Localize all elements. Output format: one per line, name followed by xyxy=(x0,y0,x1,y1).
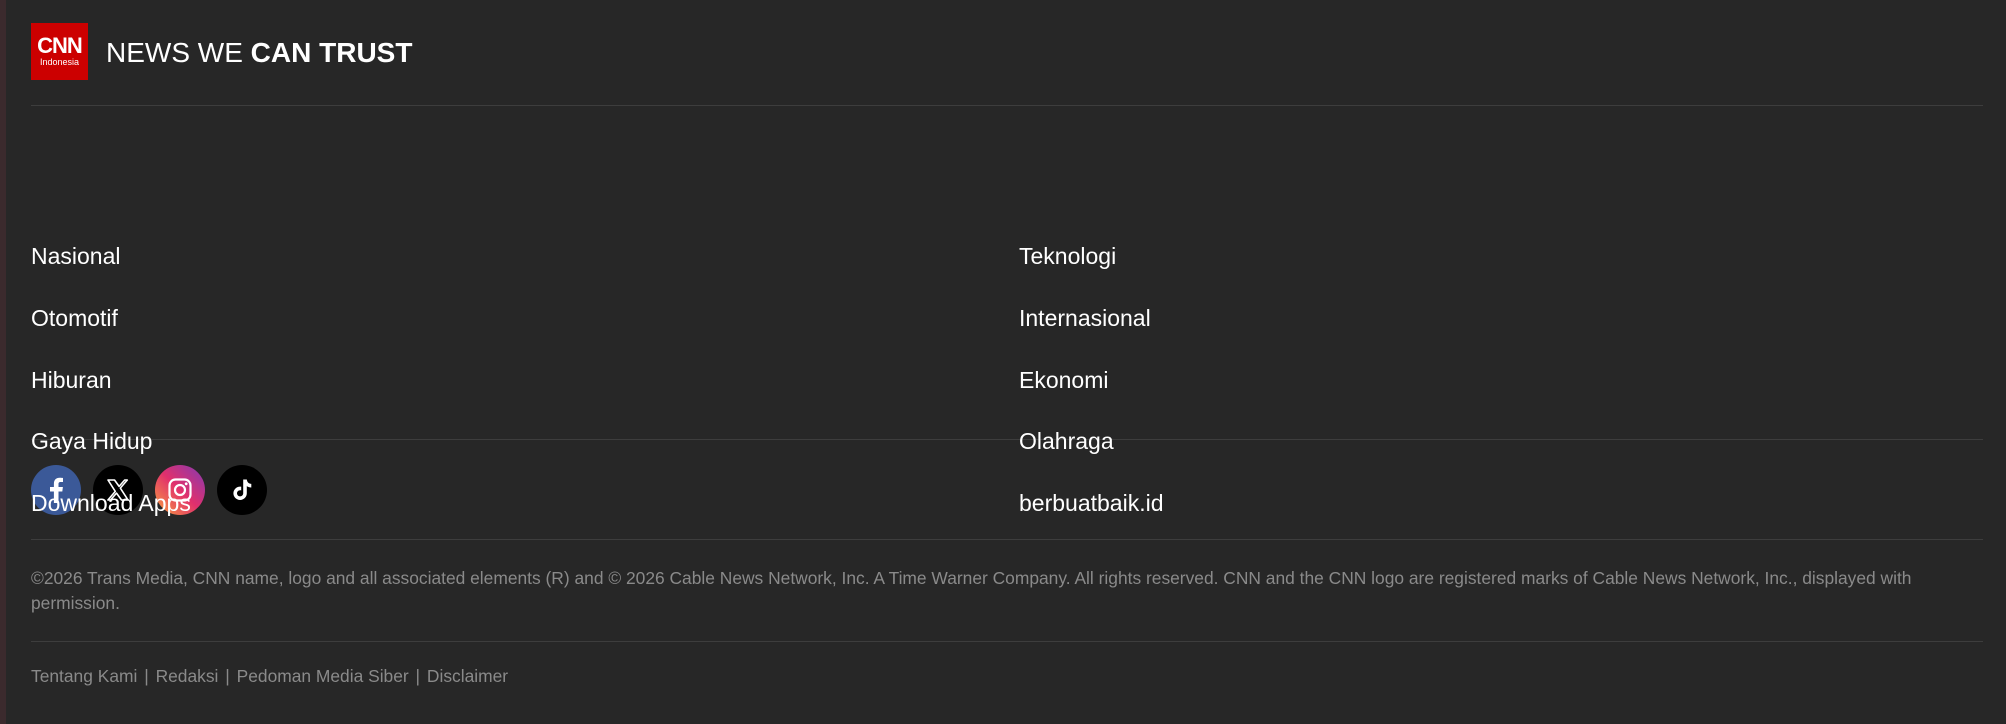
footer-nav: Nasional Otomotif Hiburan Gaya Hidup Dow… xyxy=(31,106,1983,516)
cnn-indonesia-logo[interactable]: CNN Indonesia xyxy=(31,23,88,80)
nav-link-otomotif[interactable]: Otomotif xyxy=(31,305,118,332)
footer-brand: CNN Indonesia NEWS WE CAN TRUST xyxy=(31,0,1983,106)
nav-link-ekonomi[interactable]: Ekonomi xyxy=(1019,367,1108,394)
logo-subtext: Indonesia xyxy=(39,57,80,67)
nav-link-gaya-hidup[interactable]: Gaya Hidup xyxy=(31,428,152,455)
nav-link-hiburan[interactable]: Hiburan xyxy=(31,367,112,394)
tiktok-icon xyxy=(233,479,252,500)
link-separator: | xyxy=(144,666,149,686)
nav-link-olahraga[interactable]: Olahraga xyxy=(1019,428,1114,455)
copyright-notice: ©2026 Trans Media, CNN name, logo and al… xyxy=(31,540,1983,642)
site-footer: CNN Indonesia NEWS WE CAN TRUST Nasional… xyxy=(31,0,1983,687)
link-separator: | xyxy=(415,666,421,686)
nav-link-berbuatbaik[interactable]: berbuatbaik.id xyxy=(1019,490,1164,517)
logo-text: CNN xyxy=(37,33,83,58)
nav-link-internasional[interactable]: Internasional xyxy=(1019,305,1151,332)
footer-links: Tentang Kami | Redaksi | Pedoman Media S… xyxy=(31,642,1983,687)
tagline: NEWS WE CAN TRUST xyxy=(106,37,412,69)
tagline-bold: CAN TRUST xyxy=(250,36,413,68)
tagline-regular: NEWS WE xyxy=(106,36,251,68)
link-separator: | xyxy=(225,666,230,686)
nav-link-teknologi[interactable]: Teknologi xyxy=(1019,243,1116,270)
nav-link-nasional[interactable]: Nasional xyxy=(31,243,121,270)
social-links xyxy=(31,440,1983,540)
nav-link-download-apps[interactable]: Download Apps xyxy=(31,490,191,517)
footer-link-tentang-kami[interactable]: Tentang Kami xyxy=(31,666,137,686)
page-edge xyxy=(0,0,6,724)
tiktok-button[interactable] xyxy=(217,464,267,515)
footer-link-redaksi[interactable]: Redaksi xyxy=(156,666,219,686)
footer-link-disclaimer[interactable]: Disclaimer xyxy=(427,666,508,686)
footer-link-pedoman-media-siber[interactable]: Pedoman Media Siber xyxy=(237,666,409,686)
